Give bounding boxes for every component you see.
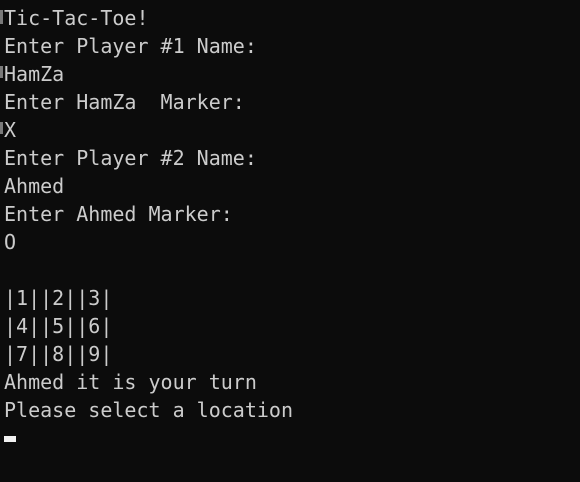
player1-name-input: HamZa (4, 62, 65, 86)
input-line[interactable] (4, 424, 580, 452)
scroll-edge-mark (0, 66, 3, 78)
board-row-3: |7||8||9| (4, 342, 113, 366)
player1-marker-prompt: Enter HamZa Marker: (4, 90, 245, 114)
board-row-1: |1||2||3| (4, 286, 113, 310)
location-prompt: Please select a location (4, 398, 293, 422)
board-row-2: |4||5||6| (4, 314, 113, 338)
player2-name-prompt: Enter Player #2 Name: (4, 146, 257, 170)
player1-name-prompt: Enter Player #1 Name: (4, 34, 257, 58)
player2-marker-prompt: Enter Ahmed Marker: (4, 202, 233, 226)
turn-message: Ahmed it is your turn (4, 370, 257, 394)
player2-name-input: Ahmed (4, 174, 65, 198)
text-cursor (4, 436, 16, 442)
player2-marker-input: O (4, 230, 17, 254)
game-title: Tic-Tac-Toe! (4, 6, 149, 30)
scroll-edge-mark (0, 10, 3, 24)
player1-marker-input: X (4, 118, 17, 142)
console-window[interactable]: Tic-Tac-Toe! Enter Player #1 Name: HamZa… (0, 0, 580, 482)
scroll-edge-mark (0, 122, 3, 134)
